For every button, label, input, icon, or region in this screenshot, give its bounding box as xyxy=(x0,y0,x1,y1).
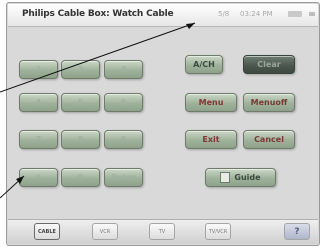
callout-lines xyxy=(0,22,196,199)
callout-line-title xyxy=(0,22,196,93)
callout-arrowhead-title xyxy=(186,23,195,29)
screenshot-stage: Philips Cable Box: Watch Cable 5/8 03:24… xyxy=(0,0,321,247)
